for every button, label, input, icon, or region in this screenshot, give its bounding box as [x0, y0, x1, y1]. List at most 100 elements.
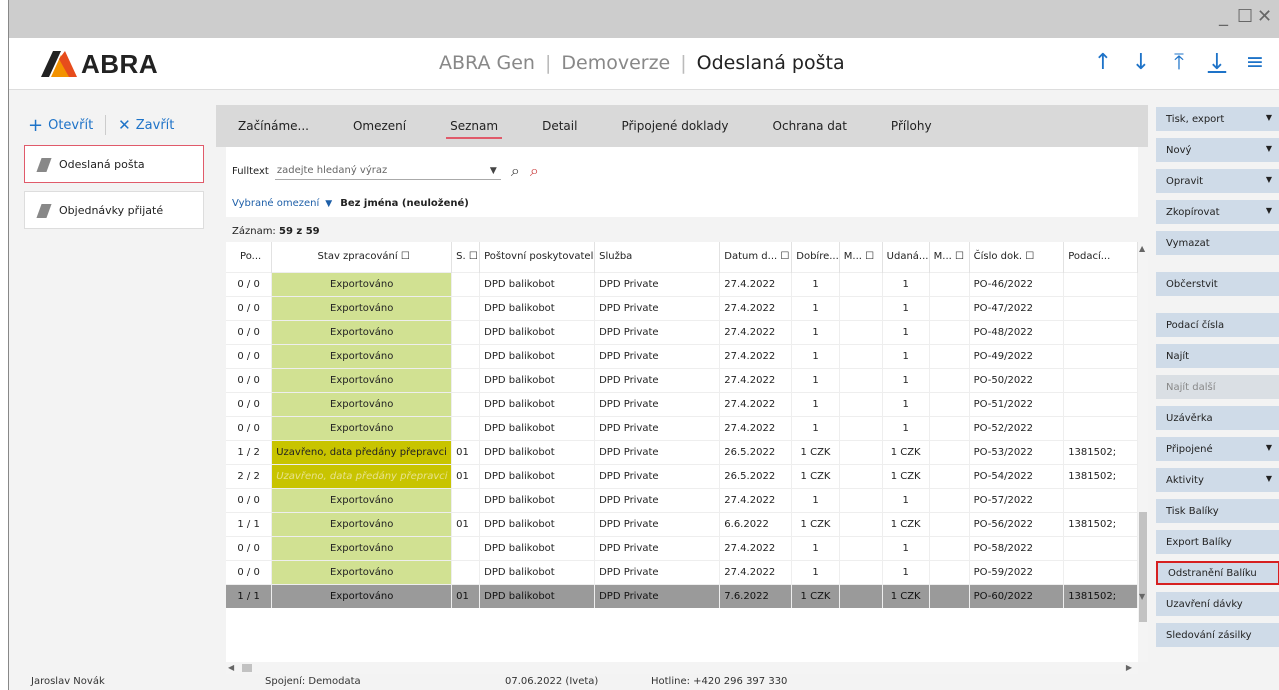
arrow-down-icon[interactable]: ↓ — [1129, 50, 1153, 75]
action-button-export-bal-ky[interactable]: Export Balíky — [1156, 530, 1279, 554]
table-cell: 26.5.2022 — [719, 439, 793, 464]
action-button-ob-erstvit[interactable]: Občerstvit — [1156, 272, 1279, 296]
table-cell: DPD Private — [594, 463, 721, 488]
action-button-uz-v-rka[interactable]: Uzávěrka — [1156, 406, 1279, 430]
column-header[interactable]: Poštovní poskytovatel — [479, 242, 596, 272]
action-button-sledov-n-z-silky[interactable]: Sledování zásilky — [1156, 623, 1279, 647]
action-button-tisk-export[interactable]: Tisk, export ▼ — [1156, 107, 1279, 131]
table-row[interactable]: 0 / 0 Exportováno DPD balikobot DPD Private… — [226, 559, 1138, 584]
action-button-naj-t-dal-[interactable]: Najít další — [1156, 375, 1279, 399]
arrow-bottom-icon[interactable]: ↓ — [1205, 50, 1229, 75]
table-cell: 27.4.2022 — [719, 535, 793, 560]
maximize-button[interactable]: ☐ — [1237, 6, 1253, 27]
column-header[interactable]: Po... — [226, 242, 273, 272]
open-agenda-button[interactable]: Otevřít — [48, 118, 93, 133]
scroll-down-icon[interactable]: ▼ — [1139, 592, 1145, 601]
fulltext-input[interactable]: zadejte hledaný výraz ▼ — [274, 162, 501, 180]
menu-icon[interactable]: ≡ — [1243, 50, 1267, 75]
column-header[interactable]: M... ☐ — [929, 242, 970, 272]
action-button-podac-sla[interactable]: Podací čísla — [1156, 313, 1279, 337]
table-row[interactable]: 2 / 2 Uzavřeno, data předány přepravci 01 D… — [226, 463, 1138, 488]
arrow-top-icon[interactable]: ⤒ — [1167, 50, 1191, 75]
tab-prilohy[interactable]: Přílohy — [869, 105, 954, 147]
action-button-label: Tisk, export — [1166, 113, 1225, 125]
column-header[interactable]: Služba — [594, 242, 721, 272]
minimize-button[interactable]: _ — [1219, 6, 1228, 27]
table-cell: DPD Private — [594, 319, 721, 344]
tab-pripojene-doklady[interactable]: Připojené doklady — [599, 105, 750, 147]
action-button-tisk-bal-ky[interactable]: Tisk Balíky — [1156, 499, 1279, 523]
table-row[interactable]: 0 / 0 Exportováno DPD balikobot DPD Private… — [226, 367, 1138, 392]
search-icon[interactable]: ⌕ — [511, 161, 520, 181]
action-button-p-ipojen-[interactable]: Připojené ▼ — [1156, 437, 1279, 461]
column-header[interactable]: Datum d... ☐ — [719, 242, 793, 272]
chevron-down-icon[interactable]: ▼ — [1266, 144, 1272, 153]
close-icon[interactable]: ✕ — [118, 116, 131, 134]
column-header[interactable]: Podací... — [1063, 242, 1138, 272]
table-row[interactable]: 0 / 0 Exportováno DPD balikobot DPD Private… — [226, 535, 1138, 560]
agenda-item-odeslana-posta[interactable]: Odeslaná pošta — [24, 145, 204, 183]
horizontal-scroll-thumb[interactable] — [242, 664, 252, 672]
chevron-down-icon[interactable]: ▼ — [1266, 113, 1272, 122]
action-button-odstran-n-bal-ku[interactable]: Odstranění Balíku — [1156, 561, 1279, 585]
chevron-down-icon[interactable]: ▼ — [1266, 175, 1272, 184]
table-cell — [839, 583, 883, 608]
tab-omezeni[interactable]: Omezení — [331, 105, 428, 147]
table-row[interactable]: 0 / 0 Exportováno DPD balikobot DPD Private… — [226, 343, 1138, 368]
table-row[interactable]: 1 / 2 Uzavřeno, data předány přepravci 01 D… — [226, 439, 1138, 464]
table-cell: 27.4.2022 — [719, 487, 793, 512]
action-button-zkop-rovat[interactable]: Zkopírovat ▼ — [1156, 200, 1279, 224]
scroll-up-icon[interactable]: ▲ — [1139, 244, 1145, 253]
column-header[interactable]: S. ☐ — [451, 242, 481, 272]
table-row[interactable]: 0 / 0 Exportováno DPD balikobot DPD Private… — [226, 487, 1138, 512]
vertical-scrollbar[interactable]: ▲ ▼ — [1138, 242, 1148, 662]
record-count-label: Záznam: — [232, 226, 276, 237]
table-row[interactable]: 1 / 1 Exportováno 01 DPD balikobot DPD Priva… — [226, 583, 1138, 608]
table-row[interactable]: 0 / 0 Exportováno DPD balikobot DPD Private… — [226, 295, 1138, 320]
tab-zaciname[interactable]: Začínáme... — [216, 105, 331, 147]
chevron-down-icon[interactable]: ▼ — [1266, 206, 1272, 215]
close-agenda-button[interactable]: Zavřít — [136, 118, 175, 133]
close-window-button[interactable]: ✕ — [1257, 6, 1272, 27]
tab-seznam[interactable]: Seznam — [428, 105, 520, 147]
column-header[interactable]: Dobíre... — [791, 242, 840, 272]
action-button-vymazat[interactable]: Vymazat — [1156, 231, 1279, 255]
table-cell: DPD balikobot — [479, 511, 596, 536]
table-row[interactable]: 0 / 0 Exportováno DPD balikobot DPD Private… — [226, 415, 1138, 440]
tab-ochrana-dat[interactable]: Ochrana dat — [751, 105, 869, 147]
table-cell: 1 — [791, 271, 840, 296]
table-row[interactable]: 0 / 0 Exportováno DPD balikobot DPD Private… — [226, 271, 1138, 296]
agenda-item-objednavky-prijate[interactable]: Objednávky přijaté — [24, 191, 204, 229]
table-cell: DPD balikobot — [479, 271, 596, 296]
scroll-left-icon[interactable]: ◀ — [228, 663, 234, 672]
column-header[interactable]: Stav zpracování ☐ — [271, 242, 453, 272]
tab-detail[interactable]: Detail — [520, 105, 599, 147]
column-header[interactable]: Udaná... — [882, 242, 930, 272]
action-button-uzav-en-d-vky[interactable]: Uzavření dávky — [1156, 592, 1279, 616]
action-button-aktivity[interactable]: Aktivity ▼ — [1156, 468, 1279, 492]
chevron-down-icon[interactable]: ▼ — [1266, 443, 1272, 452]
chevron-down-icon[interactable]: ▼ — [490, 166, 497, 176]
plus-icon[interactable]: + — [28, 115, 43, 136]
arrow-up-icon[interactable]: ↑ — [1091, 50, 1115, 75]
chevron-down-icon[interactable]: ▼ — [325, 199, 332, 209]
search-advanced-icon[interactable]: ⌕ — [530, 161, 539, 181]
table-cell: PO-54/2022 — [969, 463, 1065, 488]
vertical-scroll-thumb[interactable] — [1139, 512, 1147, 622]
table-cell: 0 / 0 — [226, 559, 273, 584]
table-cell: 1 CZK — [882, 463, 930, 488]
table-cell — [929, 367, 970, 392]
action-button-opravit[interactable]: Opravit ▼ — [1156, 169, 1279, 193]
table-row[interactable]: 0 / 0 Exportováno DPD balikobot DPD Private… — [226, 391, 1138, 416]
scroll-right-icon[interactable]: ▶ — [1126, 663, 1132, 672]
table-cell: Exportováno — [271, 319, 453, 344]
action-button-nov-[interactable]: Nový ▼ — [1156, 138, 1279, 162]
column-header[interactable]: Číslo dok. ☐ — [969, 242, 1065, 272]
chevron-down-icon[interactable]: ▼ — [1266, 474, 1272, 483]
table-row[interactable]: 1 / 1 Exportováno 01 DPD balikobot DPD Priva… — [226, 511, 1138, 536]
table-cell: DPD balikobot — [479, 415, 596, 440]
action-button-naj-t[interactable]: Najít — [1156, 344, 1279, 368]
restriction-label[interactable]: Vybrané omezení — [232, 198, 319, 209]
table-row[interactable]: 0 / 0 Exportováno DPD balikobot DPD Private… — [226, 319, 1138, 344]
column-header[interactable]: M... ☐ — [839, 242, 883, 272]
